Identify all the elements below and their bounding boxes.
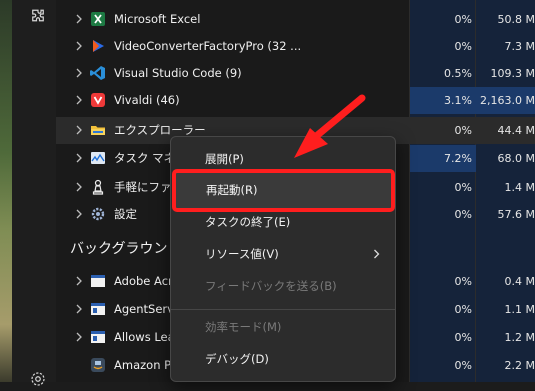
menu-item-label: 再起動(R) [206, 183, 258, 197]
vivaldi-icon [90, 92, 106, 108]
process-name: AgentServ [114, 302, 174, 316]
memory-value: 0.4 M [504, 275, 535, 288]
process-name: Microsoft Excel [114, 12, 201, 26]
extensions-puzzle-icon[interactable] [29, 8, 47, 26]
chevron-right-icon[interactable] [74, 95, 84, 105]
menu-item-label: 効率モード(M) [205, 320, 282, 334]
desktop-wallpaper-edge [0, 0, 12, 382]
memory-value: 2,163.0 M [476, 87, 535, 114]
annotation-arrow-icon [294, 94, 366, 158]
cpu-value: 0% [454, 13, 472, 26]
window-app-icon [90, 301, 106, 317]
process-name: VideoConverterFactoryPro (32 ... [114, 39, 302, 53]
chevron-right-icon[interactable] [74, 41, 84, 51]
explorer-folder-icon [90, 122, 106, 138]
cpu-value: 0% [454, 124, 472, 137]
process-name: Adobe Acr [114, 274, 173, 288]
menu-item-resource-values[interactable]: リソース値(V) [171, 239, 395, 269]
menu-item-label: フィードバックを送る(B) [205, 279, 337, 293]
chevron-right-icon[interactable] [74, 304, 84, 314]
memory-value: 1.4 M [504, 181, 535, 194]
chess-pawn-icon [90, 179, 106, 195]
menu-separator [171, 309, 395, 310]
chevron-right-icon[interactable] [74, 68, 84, 78]
video-converter-icon [90, 38, 106, 54]
cpu-value: 0.5% [444, 67, 472, 80]
navigation-pane [12, 0, 56, 386]
memory-value: 2.2 M [504, 359, 535, 372]
menu-item-efficiency-mode: 効率モード(M) [171, 312, 395, 342]
cpu-value: 0% [454, 303, 472, 316]
cpu-value: 0% [454, 275, 472, 288]
table-row[interactable]: Microsoft Excel 0% 50.8 M [56, 6, 535, 33]
chevron-right-icon[interactable] [74, 276, 84, 286]
cpu-value: 0% [454, 359, 472, 372]
process-name: Visual Studio Code (9) [114, 66, 242, 80]
memory-value: 7.3 M [504, 40, 535, 53]
memory-value: 57.6 M [497, 208, 535, 221]
process-name: Amazon P [114, 358, 172, 372]
menu-item-label: リソース値(V) [205, 247, 279, 261]
cpu-value: 7.2% [410, 145, 476, 172]
excel-icon [90, 11, 106, 27]
process-name: Allows Lea [114, 330, 175, 344]
memory-value: 1.2 M [504, 331, 535, 344]
menu-item-debug[interactable]: デバッグ(D) [171, 344, 395, 374]
menu-item-send-feedback: フィードバックを送る(B) [171, 271, 395, 301]
amazon-photos-icon [90, 357, 106, 373]
cpu-value: 0% [454, 40, 472, 53]
cpu-value: 0% [454, 208, 472, 221]
task-manager-icon [90, 150, 106, 166]
memory-value: 109.3 M [490, 67, 535, 80]
memory-value: 68.0 M [497, 152, 535, 165]
chevron-right-icon[interactable] [74, 332, 84, 342]
section-header-background: バックグラウンド [70, 241, 182, 257]
settings-gear-icon[interactable] [29, 370, 47, 388]
memory-value: 44.4 M [497, 124, 535, 137]
chevron-right-icon [372, 249, 381, 259]
chevron-right-icon[interactable] [74, 182, 84, 192]
chevron-right-icon[interactable] [74, 209, 84, 219]
table-row[interactable]: Visual Studio Code (9) 0.5% 109.3 M [56, 60, 535, 87]
chevron-right-icon[interactable] [74, 153, 84, 163]
memory-value: 1.1 M [504, 303, 535, 316]
cpu-value: 3.1% [410, 87, 476, 114]
annotation-highlight-box: 再起動(R) [172, 169, 395, 212]
window-app-icon [90, 273, 106, 289]
chevron-right-icon[interactable] [74, 14, 84, 24]
process-name: Vivaldi (46) [114, 93, 180, 107]
vscode-icon [90, 65, 106, 81]
table-row[interactable]: VideoConverterFactoryPro (32 ... 0% 7.3 … [56, 33, 535, 60]
cpu-value: 0% [454, 331, 472, 344]
cpu-value: 0% [454, 181, 472, 194]
chevron-right-icon[interactable] [74, 125, 84, 135]
menu-item-label: デバッグ(D) [205, 352, 269, 366]
memory-value: 50.8 M [497, 13, 535, 26]
window-app-icon [90, 329, 106, 345]
process-name: 設定 [114, 207, 137, 221]
settings-gear-icon [90, 206, 106, 222]
